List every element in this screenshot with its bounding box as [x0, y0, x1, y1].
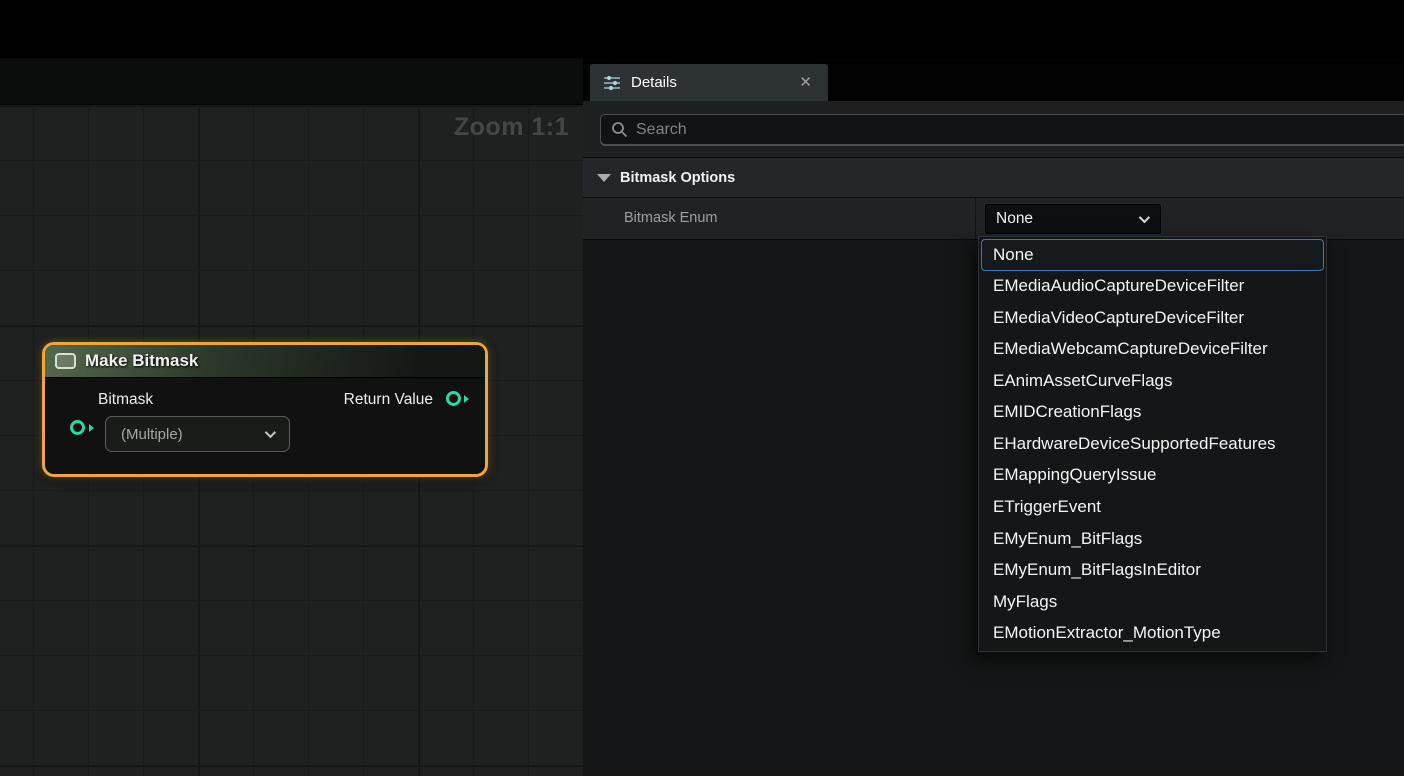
details-sliders-icon	[603, 74, 621, 92]
section-bitmask-options[interactable]: Bitmask Options	[583, 158, 1404, 198]
input-pin-label: Bitmask	[98, 391, 153, 409]
chevron-down-icon	[265, 427, 276, 438]
blueprint-graph-panel: Zoom 1:1 Make Bitmask Bitmask (Multiple)…	[0, 58, 583, 776]
multiselect-value: (Multiple)	[121, 426, 183, 443]
property-row-bitmask-enum: Bitmask Enum None	[583, 198, 1404, 240]
return-value-pin-wedge-icon	[464, 395, 469, 403]
search-icon	[611, 121, 628, 138]
property-label: Bitmask Enum	[624, 210, 717, 226]
bitmask-multiselect-dropdown[interactable]: (Multiple)	[105, 416, 290, 452]
dropdown-item[interactable]: MyFlags	[981, 586, 1324, 618]
bitmask-enum-dropdown[interactable]: None	[985, 204, 1161, 234]
node-title: Make Bitmask	[85, 351, 198, 371]
node-header: Make Bitmask	[45, 345, 485, 378]
expander-arrow-icon	[597, 174, 611, 182]
chevron-down-icon	[1139, 212, 1150, 223]
enum-dropdown-menu: None EMediaAudioCaptureDeviceFilter EMed…	[978, 236, 1327, 652]
search-row	[583, 101, 1404, 158]
top-menu-bar	[0, 0, 1404, 58]
graph-toolbar	[0, 58, 583, 105]
dropdown-item[interactable]: EMotionExtractor_MotionType	[981, 617, 1324, 649]
make-struct-icon	[55, 353, 76, 369]
bitmask-input-pin-wedge-icon	[89, 424, 94, 432]
dropdown-item[interactable]: EMediaWebcamCaptureDeviceFilter	[981, 334, 1324, 366]
dropdown-item[interactable]: EMyEnum_BitFlags	[981, 523, 1324, 555]
tab-details[interactable]: Details ✕	[590, 64, 828, 101]
bitmask-input-pin[interactable]	[70, 420, 85, 435]
node-body: Bitmask (Multiple) Return Value	[45, 378, 485, 474]
search-input[interactable]	[636, 121, 1401, 139]
dropdown-item[interactable]: EMediaVideoCaptureDeviceFilter	[981, 302, 1324, 334]
output-pin-label: Return Value	[344, 391, 433, 409]
return-value-output-pin[interactable]	[446, 391, 461, 406]
dropdown-item[interactable]: EMediaAudioCaptureDeviceFilter	[981, 271, 1324, 303]
zoom-level-label: Zoom 1:1	[454, 113, 569, 142]
bitmask-enum-value: None	[996, 210, 1033, 228]
dropdown-item[interactable]: EMappingQueryIssue	[981, 460, 1324, 492]
dropdown-item[interactable]: EMyEnum_BitFlagsInEditor	[981, 554, 1324, 586]
dropdown-item[interactable]: ETriggerEvent	[981, 491, 1324, 523]
dropdown-item[interactable]: None	[981, 239, 1324, 271]
dropdown-item[interactable]: EAnimAssetCurveFlags	[981, 365, 1324, 397]
close-icon[interactable]: ✕	[796, 73, 815, 92]
graph-canvas[interactable]: Zoom 1:1 Make Bitmask Bitmask (Multiple)…	[0, 105, 583, 776]
unreal-editor-window: Zoom 1:1 Make Bitmask Bitmask (Multiple)…	[0, 0, 1404, 776]
dropdown-item[interactable]: EHardwareDeviceSupportedFeatures	[981, 428, 1324, 460]
column-splitter[interactable]	[975, 198, 976, 239]
tab-details-label: Details	[631, 74, 786, 91]
section-title: Bitmask Options	[620, 170, 735, 186]
make-bitmask-node[interactable]: Make Bitmask Bitmask (Multiple) Return V…	[42, 342, 488, 477]
search-box[interactable]	[600, 114, 1404, 145]
tab-strip: Details ✕	[583, 58, 1404, 101]
dropdown-item[interactable]: EMIDCreationFlags	[981, 397, 1324, 429]
